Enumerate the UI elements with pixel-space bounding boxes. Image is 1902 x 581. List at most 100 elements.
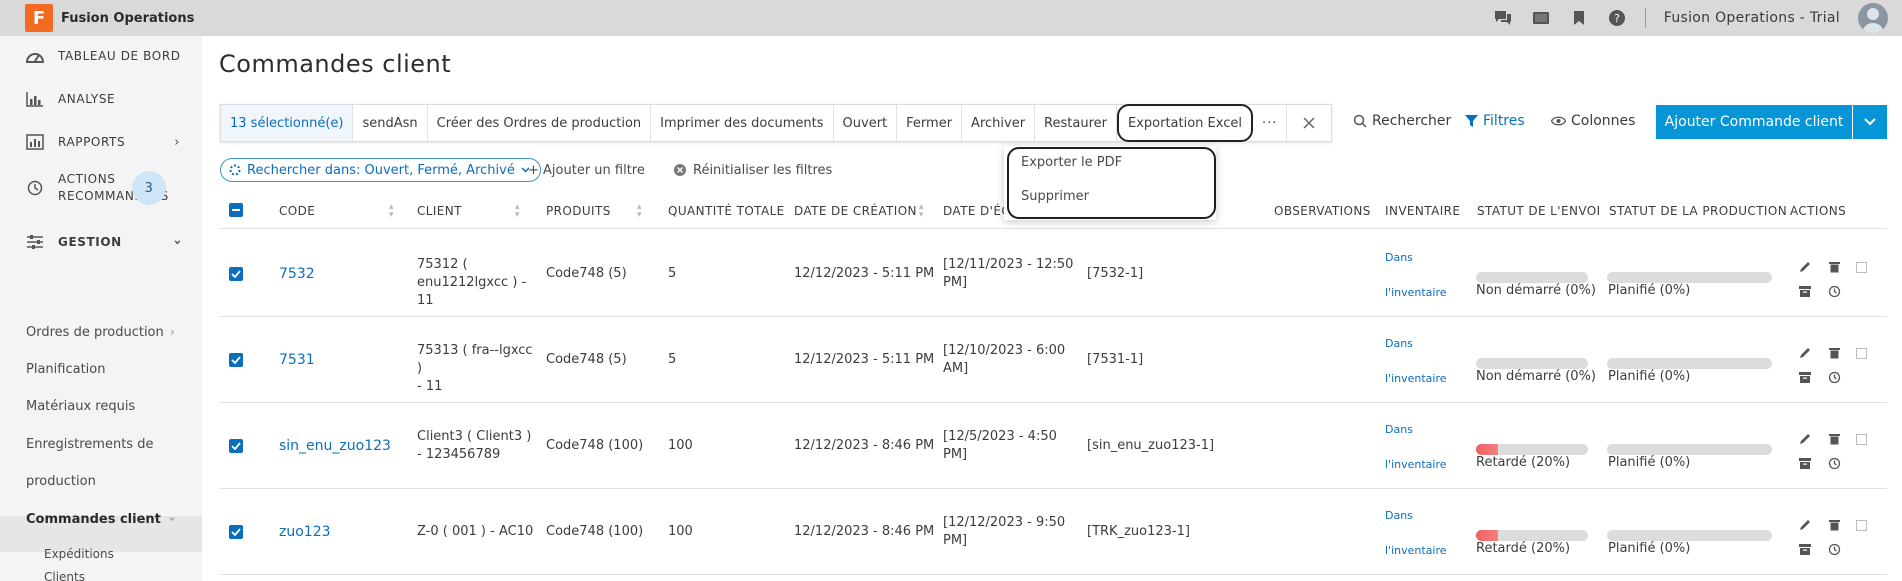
sidebar-sub-enregistrements[interactable]: Enregistrements de production <box>26 436 153 500</box>
export-pdf-menu-item[interactable]: Exporter le PDF <box>1021 155 1122 170</box>
sidebar-sub-ordres[interactable]: Ordres de production › <box>26 325 175 340</box>
more-actions-button[interactable]: ··· <box>1253 105 1288 141</box>
selection-count[interactable]: 13 sélectionné(e) <box>221 105 354 141</box>
column-header-inventaire[interactable]: INVENTAIRE <box>1385 204 1460 218</box>
sidebar-sub-planification[interactable]: Planification <box>26 362 105 377</box>
row-checkbox[interactable] <box>229 439 243 453</box>
column-header-statut-production[interactable]: STATUT DE LA PRODUCTION <box>1609 204 1787 218</box>
row-option-checkbox[interactable] <box>1856 520 1867 531</box>
inventory-link[interactable]: Dans <box>1385 251 1413 264</box>
archive-icon[interactable] <box>1798 284 1812 298</box>
reference-cell: [7531-1] <box>1087 352 1144 367</box>
delete-icon[interactable] <box>1827 346 1841 360</box>
row-checkbox[interactable] <box>229 525 243 539</box>
sort-icon[interactable]: ▴ ▾ <box>919 203 924 220</box>
history-icon[interactable] <box>1827 284 1841 298</box>
bookmark-icon[interactable] <box>1569 8 1589 28</box>
search-scope-chip[interactable]: Rechercher dans: Ouvert, Fermé, Archivé <box>220 158 541 182</box>
inventory-link[interactable]: Dans <box>1385 509 1413 522</box>
chat-icon[interactable] <box>1493 8 1513 28</box>
row-option-checkbox[interactable] <box>1856 348 1867 359</box>
print-documents-button[interactable]: Imprimer des documents <box>651 105 834 141</box>
column-header-produits[interactable]: PRODUITS <box>546 204 611 218</box>
row-checkbox[interactable] <box>229 353 243 367</box>
column-header-observations[interactable]: OBSERVATIONS <box>1274 204 1371 218</box>
shipping-status-bar <box>1476 444 1588 455</box>
restore-button[interactable]: Restaurer <box>1035 105 1117 141</box>
edit-icon[interactable] <box>1798 346 1812 360</box>
delete-icon[interactable] <box>1827 432 1841 446</box>
table-row[interactable]: 7532 75312 (enu1212lgxcc ) - 11 Code748 (5… <box>220 231 1887 317</box>
history-icon[interactable] <box>1827 456 1841 470</box>
column-header-quantite[interactable]: QUANTITÉ TOTALE <box>668 204 785 218</box>
inventory-link[interactable]: l'inventaire <box>1385 458 1447 471</box>
create-production-orders-button[interactable]: Créer des Ordres de production <box>428 105 652 141</box>
open-button[interactable]: Ouvert <box>834 105 898 141</box>
column-header-client[interactable]: CLIENT <box>417 204 462 218</box>
inventory-link[interactable]: Dans <box>1385 337 1413 350</box>
reset-filters-button[interactable]: Réinitialiser les filtres <box>673 158 832 182</box>
history-icon[interactable] <box>1827 542 1841 556</box>
sidebar-sub-materiaux[interactable]: Matériaux requis <box>26 399 135 414</box>
column-header-echeance[interactable]: DATE D'ÉC <box>943 204 1010 218</box>
row-checkbox[interactable] <box>229 267 243 281</box>
delete-icon[interactable] <box>1827 260 1841 274</box>
column-header-creation[interactable]: DATE DE CRÉATION <box>794 204 917 218</box>
order-code-link[interactable]: 7531 <box>279 351 315 369</box>
sort-icon[interactable]: ▴ ▾ <box>389 203 394 220</box>
sidebar-item-dashboard[interactable]: TABLEAU DE BORD <box>0 40 202 72</box>
order-code-link[interactable]: zuo123 <box>279 523 331 541</box>
select-all-checkbox[interactable] <box>229 203 243 217</box>
edit-icon[interactable] <box>1798 518 1812 532</box>
sidebar-sub-clients[interactable]: Clients <box>44 570 85 581</box>
filters-button[interactable]: Filtres <box>1465 113 1525 129</box>
edit-icon[interactable] <box>1798 432 1812 446</box>
sendasn-button[interactable]: sendAsn <box>353 105 428 141</box>
table-row[interactable]: sin_enu_zuo123 Client3 ( Client3 ) - 12345… <box>220 403 1887 489</box>
archive-icon[interactable] <box>1798 456 1812 470</box>
sidebar-item-rapports[interactable]: RAPPORTS › <box>0 126 202 158</box>
video-icon[interactable] <box>1531 8 1551 28</box>
archive-icon[interactable] <box>1798 542 1812 556</box>
history-icon[interactable] <box>1827 370 1841 384</box>
app-logo[interactable]: F <box>25 4 53 32</box>
add-sales-order-button[interactable]: Ajouter Commande client <box>1656 105 1852 139</box>
export-excel-button[interactable]: Exportation Excel <box>1116 104 1253 142</box>
avatar[interactable] <box>1858 3 1888 33</box>
row-option-checkbox[interactable] <box>1856 262 1867 273</box>
account-name[interactable]: Fusion Operations - Trial <box>1664 10 1840 26</box>
add-filter-button[interactable]: + Ajouter un filtre <box>528 158 645 182</box>
columns-button[interactable]: Colonnes <box>1551 113 1635 129</box>
archive-icon[interactable] <box>1798 370 1812 384</box>
sidebar-item-actions[interactable]: ACTIONS RECOMMANDÉES 3 <box>0 168 202 208</box>
row-option-checkbox[interactable] <box>1856 434 1867 445</box>
report-icon <box>24 131 46 153</box>
delete-menu-item[interactable]: Supprimer <box>1021 189 1089 204</box>
edit-icon[interactable] <box>1798 260 1812 274</box>
sort-icon[interactable]: ▴ ▾ <box>515 203 520 220</box>
table-row[interactable]: 7531 75313 ( fra--lgxcc ) - 11 Code748 (5) 5… <box>220 317 1887 403</box>
sidebar-sub-commandes[interactable]: Commandes client › <box>26 512 179 527</box>
table-row[interactable]: zuo123 Z-0 ( 001 ) - AC10 Code748 (100) 100… <box>220 489 1887 575</box>
inventory-link[interactable]: l'inventaire <box>1385 544 1447 557</box>
close-icon[interactable] <box>1287 105 1331 141</box>
delete-icon[interactable] <box>1827 518 1841 532</box>
shipping-status-bar <box>1476 358 1588 369</box>
sidebar-item-analyse[interactable]: ANALYSE <box>0 83 202 115</box>
archive-button[interactable]: Archiver <box>962 105 1036 141</box>
sidebar-item-gestion[interactable]: GESTION › <box>0 226 202 258</box>
inventory-link[interactable]: l'inventaire <box>1385 286 1447 299</box>
page-title: Commandes client <box>219 50 452 78</box>
order-code-link[interactable]: 7532 <box>279 265 315 283</box>
sort-icon[interactable]: ▴ ▾ <box>637 203 642 220</box>
sidebar-sub-expeditions[interactable]: Expéditions <box>44 547 114 561</box>
close-button[interactable]: Fermer <box>897 105 963 141</box>
order-code-link[interactable]: sin_enu_zuo123 <box>279 437 391 455</box>
column-header-code[interactable]: CODE <box>279 204 315 218</box>
search-button[interactable]: Rechercher <box>1353 113 1451 129</box>
add-options-dropdown[interactable] <box>1853 105 1887 139</box>
help-icon[interactable]: ? <box>1607 8 1627 28</box>
inventory-link[interactable]: l'inventaire <box>1385 372 1447 385</box>
column-header-statut-envoi[interactable]: STATUT DE L'ENVOI <box>1477 204 1601 218</box>
inventory-link[interactable]: Dans <box>1385 423 1413 436</box>
